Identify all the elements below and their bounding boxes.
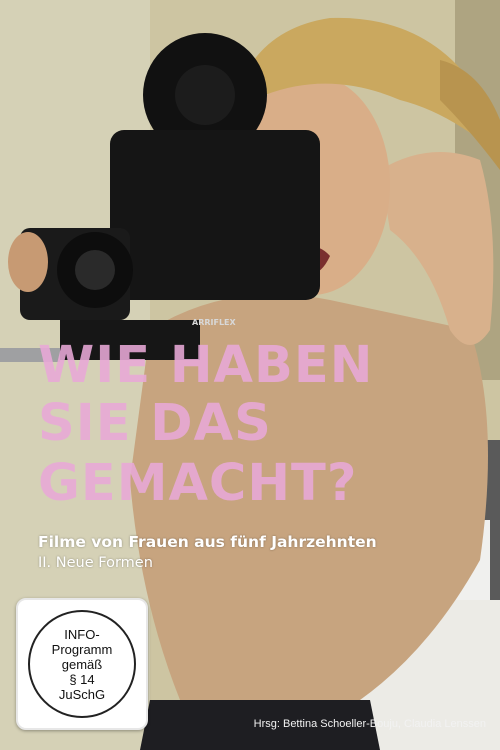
badge-line: § 14 — [69, 671, 95, 687]
camera-body — [110, 130, 320, 300]
camera-brand-label: ARRIFLEX — [192, 318, 237, 327]
badge-line: Programm — [51, 641, 113, 657]
title-line-2: SIE DAS — [38, 394, 272, 453]
fsk-info-badge: INFO- Programm gemäß § 14 JuSchG — [16, 598, 148, 730]
badge-line: gemäß — [61, 656, 103, 672]
badge-line: JuSchG — [58, 686, 106, 702]
badge-line: INFO- — [64, 626, 100, 642]
title-line-1: WIE HABEN — [38, 336, 374, 395]
reel-hub — [175, 65, 235, 125]
lens-glass — [75, 250, 115, 290]
hand — [8, 232, 48, 292]
part-label: II. Neue Formen — [38, 555, 153, 571]
dvd-cover: ARRIFLEX WIE HABEN SIE DAS GEMACHT? Film… — [0, 0, 500, 750]
credits: Hrsg: Bettina Schoeller-Bouju, Claudia L… — [253, 718, 486, 730]
title-line-3: GEMACHT? — [38, 454, 358, 513]
subtitle: Filme von Frauen aus fünf Jahrzehnten — [38, 533, 377, 551]
badge-ring: INFO- Programm gemäß § 14 JuSchG — [28, 610, 136, 718]
